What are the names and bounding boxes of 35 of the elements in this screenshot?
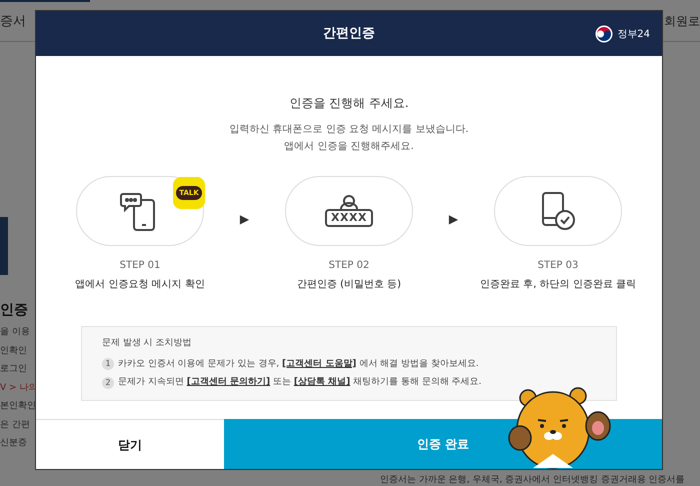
user-icon (339, 195, 359, 209)
page-text: 로그인 (0, 363, 27, 376)
arrow-text: ▶ (238, 211, 250, 228)
password-mask: XXXX (324, 209, 374, 227)
step-number: STEP 02 (328, 259, 370, 273)
page-text: 인증서는 가까운 은행, 우체국, 증권사에서 인터넷뱅킹 증권거래용 인증서를 (380, 474, 685, 486)
page-text: 은 간편 (0, 418, 30, 432)
step-number-badge: 1 (102, 358, 114, 370)
step-label: 앱에서 인증요청 메시지 확인 (75, 278, 205, 292)
page-text: 본인확인 (0, 400, 36, 413)
arrow-text: ▶ (448, 211, 460, 228)
message-text: 입력하신 휴대폰으로 인증 요청 메시지를 보냈습니다. (229, 123, 469, 137)
dialog-title: 간편인증 (323, 24, 375, 43)
help-text: 문제가 지속되면 [고객센터 문의하기] 또는 [상담톡 채널] 채팅하기를 통해 문의해 주세요. (118, 376, 482, 389)
step-number: STEP 03 (538, 259, 578, 273)
help-title: 문제 발생 시 조치방법 (102, 337, 193, 350)
help-link[interactable]: [고객센터 도움말] (282, 358, 356, 368)
help-link[interactable]: [고객센터 문의하기] (186, 377, 270, 387)
phone-check-icon (540, 191, 576, 231)
step-number-badge: 2 (102, 376, 114, 389)
message-text: 앱에서 인증을 진행해주세요. (284, 140, 414, 154)
brand-logo-text: 정부24 (617, 28, 650, 42)
page-tab[interactable]: 회원로 (664, 12, 700, 30)
emblem-icon (595, 25, 614, 43)
page-text: 을 이용 (0, 326, 30, 339)
help-link[interactable]: [상담톡 채널] (294, 377, 350, 387)
help-text: 카카오 인증서 이용에 문제가 있는 경우, [고객센터 도움말] 에서 해결 방법을 찾아보세요. (118, 358, 479, 370)
dialog-heading: 인증을 진행해 주세요. (289, 95, 409, 112)
step-number: STEP 01 (120, 259, 160, 273)
page-text: 인확인 (0, 344, 27, 358)
step-label: 간편인증 (비밀번호 등) (296, 278, 402, 292)
section-heading: 인증 (0, 301, 28, 320)
page-banner (0, 217, 8, 275)
page-text: 신분증 (0, 437, 27, 450)
step-label: 인증완료 후, 하단의 인증완료 클릭 (480, 278, 636, 292)
